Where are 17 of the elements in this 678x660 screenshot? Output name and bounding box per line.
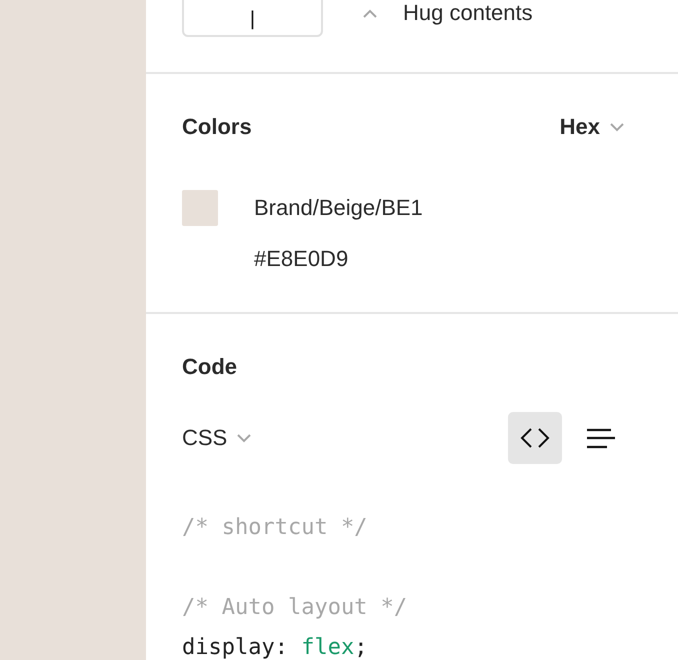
sizing-option: Hug contents [403, 0, 533, 26]
chevron-down-icon [237, 434, 252, 442]
code-icon [520, 428, 550, 448]
chevron-up-icon [363, 8, 377, 18]
text-align-icon [587, 428, 615, 448]
code-line: /* Auto layout */ [182, 594, 408, 622]
format-dropdown[interactable]: Hex [560, 114, 624, 140]
section-title: Code [182, 354, 238, 380]
chevron-down-icon [610, 122, 624, 132]
section-title: Colors [182, 114, 252, 140]
view-toggle[interactable] [508, 412, 562, 464]
language-dropdown[interactable]: CSS [182, 425, 252, 451]
color-value: #E8E0D9 [254, 246, 350, 272]
color-name: Brand/Beige/BE1 [254, 195, 424, 221]
code-line: /* shortcut */ [182, 514, 368, 542]
input-field[interactable]: | [182, 0, 323, 37]
code-line: display: flex; [182, 634, 368, 660]
